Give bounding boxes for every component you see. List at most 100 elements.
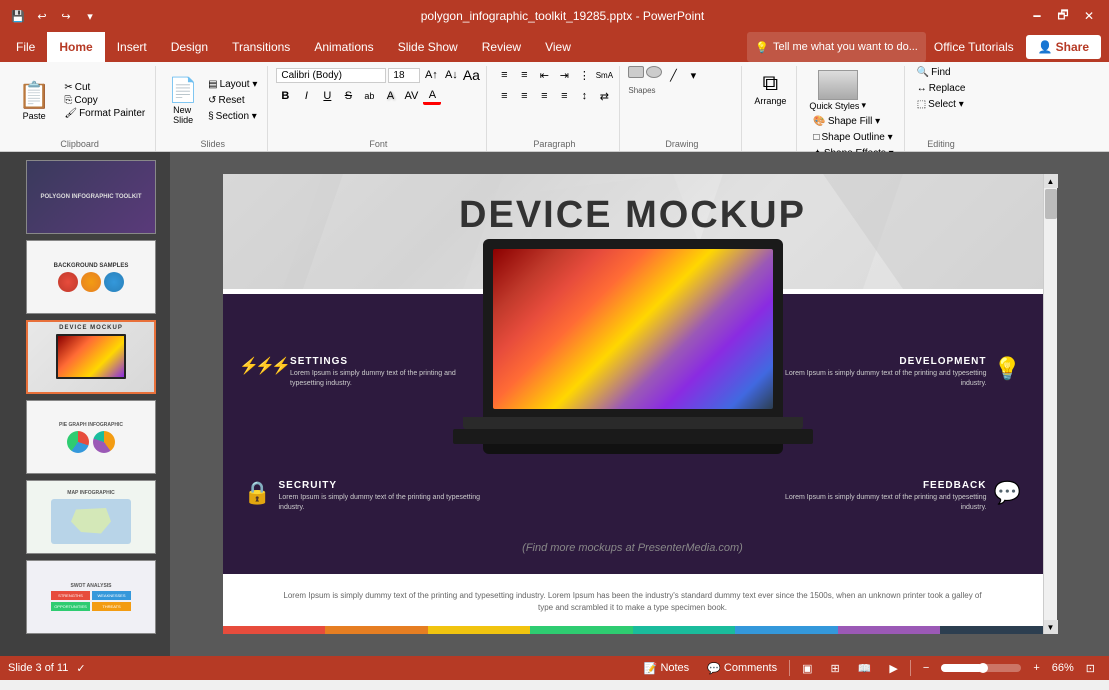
copy-button[interactable]: ⎘ Copy	[60, 94, 149, 107]
clear-format-button[interactable]: Aa	[462, 66, 480, 84]
smartart-button[interactable]: SmA	[595, 66, 613, 84]
feedback-title: FEEDBACK	[776, 480, 987, 491]
paste-button[interactable]: 📋 Paste	[10, 76, 58, 125]
shape-oval-button[interactable]	[646, 66, 662, 78]
justify-button[interactable]: ≡	[555, 87, 573, 105]
align-center-button[interactable]: ≡	[515, 87, 533, 105]
slide-thumbnail-6[interactable]: SWOT ANALYSIS STRENGTHS WEAKNESSES OPPOR…	[26, 560, 156, 634]
zoom-in-button[interactable]: +	[1027, 662, 1045, 674]
fit-slide-button[interactable]: ⊡	[1080, 662, 1101, 675]
comments-button[interactable]: 💬 Comments	[701, 662, 783, 675]
layout-button[interactable]: ▤ Layout ▾	[204, 78, 261, 91]
reset-button[interactable]: ↺ Reset	[204, 94, 261, 107]
slide-thumbnail-5[interactable]: MAP INFOGRAPHIC	[26, 480, 156, 554]
align-right-button[interactable]: ≡	[535, 87, 553, 105]
replace-button[interactable]: ↔ Replace	[913, 82, 970, 95]
spacing-button[interactable]: AV	[402, 87, 420, 105]
slide-thumbnail-3[interactable]: DEVICE MOCKUP	[26, 320, 156, 394]
format-painter-button[interactable]: 🖌 Format Painter	[60, 107, 149, 120]
slide-info: Slide 3 of 11	[8, 662, 68, 674]
vertical-scrollbar[interactable]: ▲ ▼	[1043, 174, 1057, 634]
menu-bar: File Home Insert Design Transitions Anim…	[0, 32, 1109, 62]
smallcaps-button[interactable]: ab	[360, 87, 378, 105]
menu-transitions[interactable]: Transitions	[220, 32, 302, 62]
slide-item-1[interactable]: 1 POLYGON INFOGRAPHIC TOOLKIT	[4, 160, 166, 234]
office-tutorials-link[interactable]: Office Tutorials	[926, 32, 1022, 62]
reading-view-button[interactable]: 📖	[852, 662, 878, 675]
zoom-out-button[interactable]: −	[917, 662, 935, 674]
slideshow-button[interactable]: ▶	[883, 662, 903, 675]
text-direction-button[interactable]: ⇄	[595, 87, 613, 105]
menu-design[interactable]: Design	[159, 32, 220, 62]
shape-fill-button[interactable]: 🎨 Shape Fill ▾	[809, 115, 897, 128]
quick-styles-label: Quick Styles ▾	[809, 100, 866, 111]
slide-thumbnail-4[interactable]: PIE GRAPH INFOGRAPHIC	[26, 400, 156, 474]
font-color-button[interactable]: A	[423, 87, 441, 105]
slide-thumbnail-1[interactable]: POLYGON INFOGRAPHIC TOOLKIT	[26, 160, 156, 234]
columns-button[interactable]: ⋮	[575, 66, 593, 84]
scroll-thumb[interactable]	[1045, 189, 1057, 219]
quick-styles-button[interactable]: Quick Styles ▾	[805, 66, 870, 115]
new-slide-button[interactable]: 📄 NewSlide	[164, 72, 202, 129]
slide-item-3[interactable]: 3 DEVICE MOCKUP	[4, 320, 166, 394]
scroll-up-button[interactable]: ▲	[1044, 174, 1058, 188]
menu-file[interactable]: File	[4, 32, 47, 62]
tell-me-input[interactable]: 💡Tell me what you want to do...	[747, 32, 926, 62]
notes-button[interactable]: 📝 Notes	[638, 662, 695, 675]
slide-item-5[interactable]: 5 ★ MAP INFOGRAPHIC	[4, 480, 166, 554]
increase-font-button[interactable]: A↑	[422, 66, 440, 84]
font-name-input[interactable]	[276, 68, 386, 83]
menu-slideshow[interactable]: Slide Show	[386, 32, 470, 62]
slide-item-2[interactable]: 2 ★ BACKGROUND SAMPLES	[4, 240, 166, 314]
slide-canvas[interactable]: DEVICE MOCKUP ⚡⚡⚡ SETTINGS Lorem Ipsum i…	[223, 174, 1043, 634]
arrange-button[interactable]: ⧉ Arrange	[750, 66, 790, 110]
share-button[interactable]: 👤Share	[1026, 35, 1101, 59]
editing-controls: 🔍 Find ↔ Replace ⬚ Select ▾	[913, 66, 970, 111]
slide-thumbnail-2[interactable]: BACKGROUND SAMPLES	[26, 240, 156, 314]
colorbar-blue	[735, 626, 838, 634]
zoom-slider-thumb[interactable]	[978, 663, 988, 673]
select-icon: ⬚	[917, 99, 926, 110]
text-shadow-button[interactable]: A	[381, 87, 399, 105]
align-left-button[interactable]: ≡	[495, 87, 513, 105]
font-size-input[interactable]	[388, 68, 420, 83]
decrease-font-button[interactable]: A↓	[442, 66, 460, 84]
find-button[interactable]: 🔍 Find	[913, 66, 970, 79]
bold-button[interactable]: B	[276, 87, 294, 105]
shape-rect-button[interactable]	[628, 66, 644, 78]
menu-view[interactable]: View	[533, 32, 583, 62]
shape-outline-button[interactable]: □ Shape Outline ▾	[809, 131, 897, 144]
decrease-indent-button[interactable]: ⇤	[535, 66, 553, 84]
font-row1: A↑ A↓ Aa	[276, 66, 480, 84]
shapes-dropdown-button[interactable]: ▾	[684, 66, 702, 84]
slide-item-4[interactable]: 4 ★ PIE GRAPH INFOGRAPHIC	[4, 400, 166, 474]
normal-view-button[interactable]: ▣	[796, 662, 818, 675]
menu-animations[interactable]: Animations	[302, 32, 385, 62]
maximize-button[interactable]: 🗗	[1051, 7, 1075, 25]
italic-button[interactable]: I	[297, 87, 315, 105]
strikethrough-button[interactable]: S	[339, 87, 357, 105]
undo-button[interactable]: ↩	[32, 6, 52, 26]
minimize-button[interactable]: 🗕	[1025, 7, 1049, 25]
increase-indent-button[interactable]: ⇥	[555, 66, 573, 84]
slide-sorter-button[interactable]: ⊞	[824, 662, 845, 675]
shape-line-button[interactable]: ╱	[664, 66, 682, 84]
close-button[interactable]: ✕	[1077, 7, 1101, 25]
save-button[interactable]: 💾	[8, 6, 28, 26]
menu-home[interactable]: Home	[47, 32, 104, 62]
scroll-down-button[interactable]: ▼	[1044, 620, 1058, 634]
section-button[interactable]: § Section ▾	[204, 110, 261, 123]
menu-review[interactable]: Review	[470, 32, 533, 62]
line-spacing-button[interactable]: ↕	[575, 87, 593, 105]
bullets-button[interactable]: ≡	[495, 66, 513, 84]
slide-item-6[interactable]: 6 SWOT ANALYSIS STRENGTHS WEAKNESSES OPP…	[4, 560, 166, 634]
select-button[interactable]: ⬚ Select ▾	[913, 98, 970, 111]
cut-button[interactable]: ✂ Cut	[60, 81, 149, 94]
zoom-slider[interactable]	[941, 664, 1021, 672]
menu-insert[interactable]: Insert	[105, 32, 159, 62]
underline-button[interactable]: U	[318, 87, 336, 105]
numbered-list-button[interactable]: ≡	[515, 66, 533, 84]
redo-button[interactable]: ↪	[56, 6, 76, 26]
slide-status-icon[interactable]: ✓	[76, 662, 85, 675]
customize-quick-access-button[interactable]: ▾	[80, 6, 100, 26]
